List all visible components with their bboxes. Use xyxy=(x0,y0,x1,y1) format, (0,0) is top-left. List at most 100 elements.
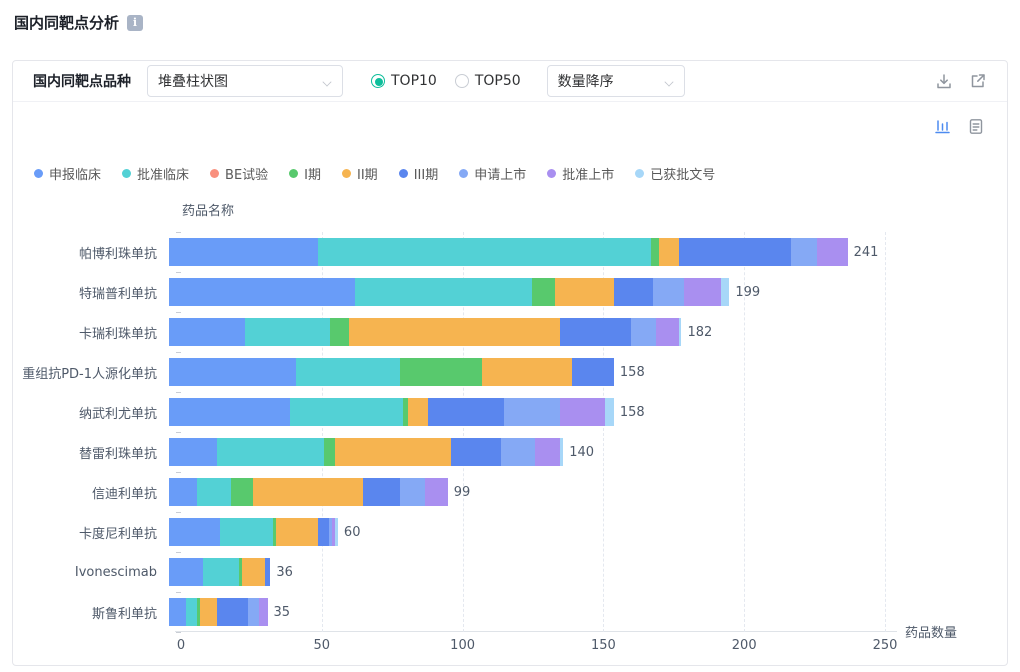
bar-segment xyxy=(323,438,336,466)
total-label: 182 xyxy=(687,324,713,340)
stacked-bar xyxy=(169,478,448,506)
bar-segment xyxy=(216,438,324,466)
chart-type-select[interactable]: 堆叠柱状图 xyxy=(147,65,343,97)
bar-segment xyxy=(290,398,403,426)
bar-segment xyxy=(571,358,614,386)
bar-segment xyxy=(428,398,505,426)
x-tick-label: 250 xyxy=(872,638,898,653)
bar-segment xyxy=(169,398,291,426)
sort-order-select[interactable]: 数量降序 xyxy=(546,65,685,97)
stacked-bar xyxy=(169,558,271,586)
bar-segment xyxy=(605,398,614,426)
total-label: 35 xyxy=(273,604,291,620)
sort-order-select-value: 数量降序 xyxy=(557,74,614,90)
legend-label: II期 xyxy=(357,168,378,183)
category-label: 卡瑞利珠单抗 xyxy=(78,326,157,342)
stacked-bar xyxy=(169,398,614,426)
bar-row: 卡度尼利单抗 60 xyxy=(13,512,1007,552)
bar-segment xyxy=(169,318,246,346)
bar-segment xyxy=(247,598,260,626)
legend-label: 已获批文号 xyxy=(650,168,716,183)
chevron-down-icon xyxy=(664,76,674,86)
category-label: 卡度尼利单抗 xyxy=(78,526,157,542)
bar-segment xyxy=(219,518,274,546)
chart-legend: 申报临床 批准临床 BE试验 I期 II期 III期 申请上市 批准上市 已获批文号 xyxy=(13,164,1007,183)
category-label: 帕博利珠单抗 xyxy=(78,246,157,262)
category-label: 纳武利尤单抗 xyxy=(78,406,157,422)
radio-top50[interactable]: TOP50 xyxy=(454,73,521,89)
legend-item[interactable]: II期 xyxy=(342,164,378,183)
bar-segment xyxy=(216,598,248,626)
bar-segment xyxy=(169,278,355,306)
category-label: Ivonescimab xyxy=(74,564,157,580)
legend-dot xyxy=(342,169,352,178)
bar-segment xyxy=(197,478,231,506)
total-label: 99 xyxy=(453,484,471,500)
bar-row: 重组抗PD-1人源化单抗 158 xyxy=(13,352,1007,392)
total-label: 158 xyxy=(619,404,645,420)
legend-item[interactable]: 批准上市 xyxy=(547,164,614,183)
legend-item[interactable]: 批准临床 xyxy=(122,164,189,183)
document-icon[interactable] xyxy=(967,117,985,135)
bar-segment xyxy=(242,558,265,586)
legend-label: 批准临床 xyxy=(137,168,190,183)
download-icon[interactable] xyxy=(935,72,953,90)
page-header: 国内同靶点分析 i xyxy=(0,0,1020,33)
bar-segment xyxy=(318,238,651,266)
x-tick-label: 50 xyxy=(313,638,331,653)
bar-row: 特瑞普利单抗 199 xyxy=(13,272,1007,312)
bar-segment xyxy=(318,518,330,546)
y-axis-title: 药品名称 xyxy=(182,204,235,219)
legend-label: 申报临床 xyxy=(49,168,102,183)
bar-segment xyxy=(329,318,350,346)
bar-row: Ivonescimab 36 xyxy=(13,552,1007,592)
x-tick-label: 150 xyxy=(590,638,616,653)
legend-dot xyxy=(459,169,469,178)
chevron-down-icon xyxy=(322,76,332,86)
total-label: 199 xyxy=(735,284,761,300)
stacked-bar xyxy=(169,438,564,466)
bar-segment xyxy=(169,478,198,506)
legend-item[interactable]: 申请上市 xyxy=(459,164,526,183)
legend-item[interactable]: 申报临床 xyxy=(34,164,101,183)
toolbar: 国内同靶点品种 堆叠柱状图 TOP10 TOP50 数量降序 xyxy=(13,61,1007,102)
bar-segment xyxy=(650,238,659,266)
stacked-bar xyxy=(169,358,614,386)
bar-segment xyxy=(560,318,631,346)
category-label: 信迪利单抗 xyxy=(91,486,157,502)
bar-segment xyxy=(425,478,448,506)
bar-segment xyxy=(678,318,682,346)
category-label: 替雷利珠单抗 xyxy=(78,446,157,462)
bar-segment xyxy=(169,438,217,466)
legend-dot xyxy=(289,169,299,178)
bar-segment xyxy=(169,518,220,546)
legend-dot xyxy=(547,169,557,178)
legend-label: 批准上市 xyxy=(562,168,615,183)
bar-segment xyxy=(656,318,679,346)
top-n-radio-group: TOP10 TOP50 xyxy=(371,73,521,89)
legend-item[interactable]: 已获批文号 xyxy=(635,164,715,183)
bar-segment xyxy=(295,358,400,386)
legend-dot xyxy=(122,169,132,178)
bar-segment xyxy=(678,238,792,266)
radio-top10[interactable]: TOP10 xyxy=(371,73,437,89)
legend-item[interactable]: III期 xyxy=(398,164,438,183)
legend-dot xyxy=(34,169,43,178)
bar-chart-icon[interactable] xyxy=(933,117,951,135)
info-icon[interactable]: i xyxy=(127,14,144,31)
bar-segment xyxy=(276,518,319,546)
legend-item[interactable]: BE试验 xyxy=(210,164,268,183)
radio-top50-label: TOP50 xyxy=(474,73,521,89)
bar-segment xyxy=(560,398,606,426)
bar-segment xyxy=(169,598,186,626)
bar-segment xyxy=(408,398,429,426)
external-link-icon[interactable] xyxy=(969,72,987,90)
total-label: 36 xyxy=(276,564,293,580)
bar-row: 纳武利尤单抗 158 xyxy=(13,392,1007,432)
bar-segment xyxy=(335,518,338,546)
bar-segment xyxy=(169,558,203,586)
legend-item[interactable]: I期 xyxy=(289,164,321,183)
legend-label: 申请上市 xyxy=(474,168,527,183)
bar-segment xyxy=(450,438,502,466)
bar-segment xyxy=(230,478,254,506)
